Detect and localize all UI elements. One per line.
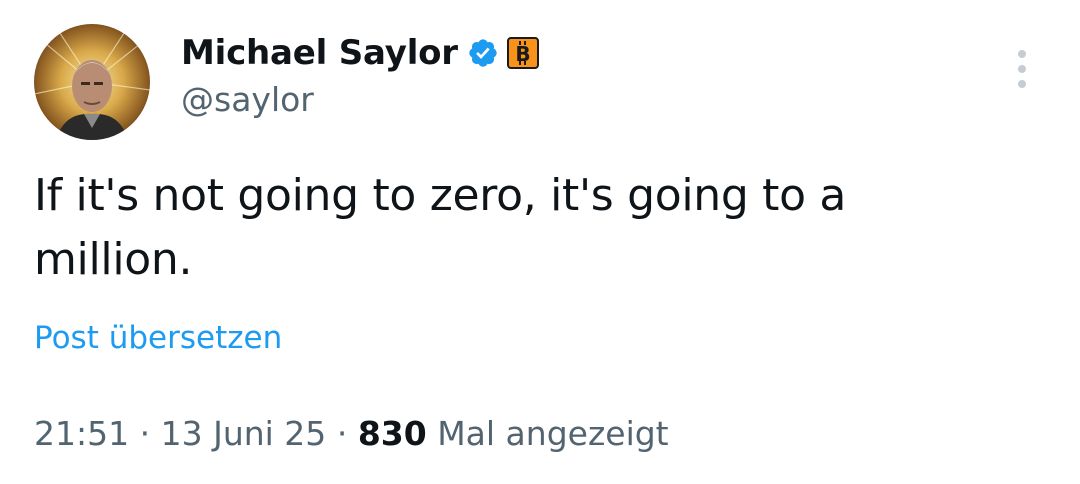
tweet-date[interactable]: 13 Juni 25 [161, 414, 327, 453]
meta-separator: · [139, 414, 151, 453]
more-options-icon[interactable] [1005, 46, 1039, 92]
author-name-row: Michael Saylor B [181, 28, 539, 78]
verified-badge-icon[interactable] [467, 37, 499, 69]
views-label: Mal angezeigt [437, 414, 669, 453]
translate-post-link[interactable]: Post übersetzen [34, 320, 282, 356]
tweet-meta: 21:51 · 13 Juni 25 · 830 Mal angezeigt [34, 414, 669, 453]
author-handle[interactable]: @saylor [181, 80, 314, 119]
more-dot [1018, 65, 1026, 73]
views-count: 830 [357, 414, 427, 453]
avatar[interactable] [34, 24, 150, 140]
tweet-card: Michael Saylor B @saylor If it's not goi… [0, 0, 1080, 484]
bitcoin-badge-icon[interactable]: B [506, 37, 539, 69]
display-name[interactable]: Michael Saylor [181, 33, 458, 73]
tweet-time[interactable]: 21:51 [34, 414, 129, 453]
meta-separator: · [336, 414, 348, 453]
tweet-text: If it's not going to zero, it's going to… [34, 170, 847, 285]
more-dot [1018, 80, 1026, 88]
svg-text:B: B [515, 42, 530, 66]
more-dot [1018, 50, 1026, 58]
